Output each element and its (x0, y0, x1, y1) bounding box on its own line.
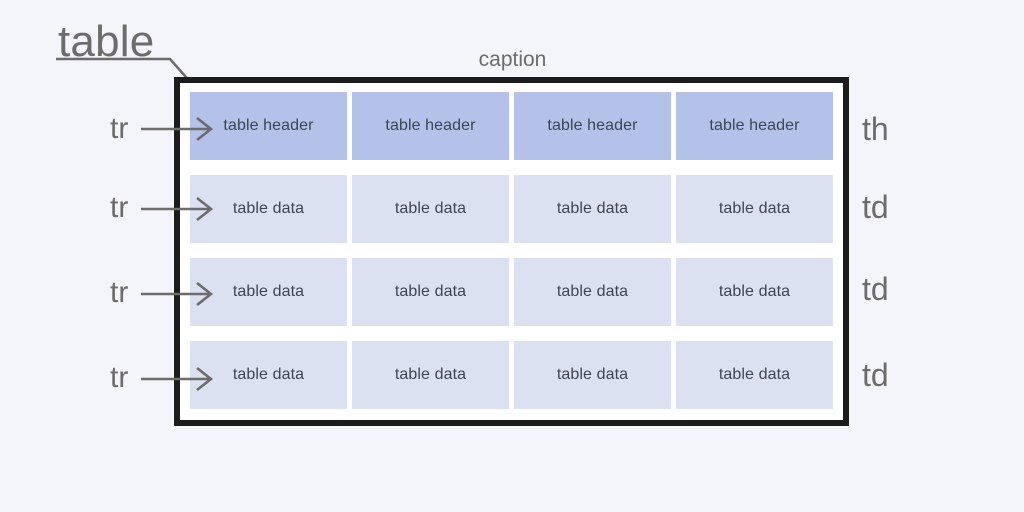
table-data-cell: table data (676, 341, 833, 409)
table-data-cell: table data (352, 258, 509, 326)
row-label-tr-4: tr (110, 361, 129, 394)
row-label-tr-3: tr (110, 276, 129, 309)
table-data-cell: table data (514, 258, 671, 326)
row-label-tr-1: tr (110, 112, 129, 145)
row-arrow-4 (141, 366, 214, 392)
side-label-th: th (862, 111, 889, 147)
side-label-td-2: td (862, 271, 889, 307)
diagram-canvas: table caption table header table header … (0, 0, 1024, 512)
table-data-cell: table data (352, 175, 509, 243)
row-arrow-2 (141, 196, 214, 222)
row-label-tr-2: tr (110, 191, 129, 224)
table-row: table header table header table header t… (190, 92, 833, 160)
table-row: table data table data table data table d… (190, 341, 833, 409)
table-data-cell: table data (676, 175, 833, 243)
row-arrow-1 (141, 116, 214, 142)
table-header-cell: table header (352, 92, 509, 160)
table-data-cell: table data (514, 175, 671, 243)
side-label-td-1: td (862, 189, 889, 225)
table-row: table data table data table data table d… (190, 175, 833, 243)
table-data-cell: table data (352, 341, 509, 409)
side-label-td-3: td (862, 357, 889, 393)
table-data-cell: table data (514, 341, 671, 409)
table-header-cell: table header (676, 92, 833, 160)
table-box: table header table header table header t… (174, 77, 849, 426)
table-data-cell: table data (676, 258, 833, 326)
row-arrow-3 (141, 281, 214, 307)
table-row: table data table data table data table d… (190, 258, 833, 326)
caption-label: caption (478, 48, 547, 71)
table-header-cell: table header (514, 92, 671, 160)
